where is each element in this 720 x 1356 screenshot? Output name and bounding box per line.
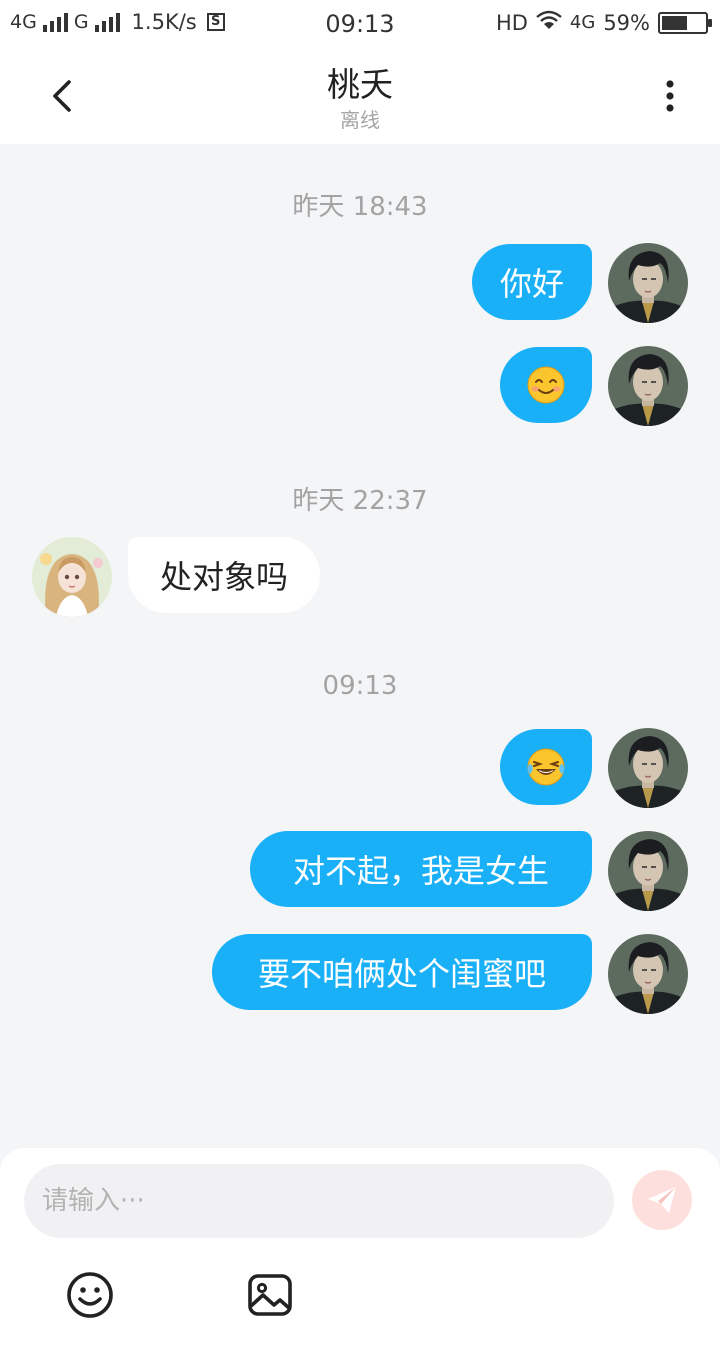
image-button[interactable] — [245, 1270, 295, 1320]
smile-emoji-icon — [527, 366, 565, 404]
message-bubble-outgoing[interactable] — [500, 729, 592, 805]
status-bar: 4G G 1.5K/s S 09:13 HD 4G 59% — [0, 0, 720, 48]
message-bubble-outgoing[interactable]: 你好 — [472, 244, 592, 320]
send-button[interactable] — [632, 1170, 692, 1230]
time-divider: 昨天 18:43 — [292, 192, 428, 222]
message-text: 要不咱俩处个闺蜜吧 — [257, 955, 546, 993]
input-panel — [0, 1148, 720, 1356]
hd-indicator: HD — [495, 10, 528, 35]
message-text: 处对象吗 — [159, 558, 288, 596]
image-icon — [248, 1274, 292, 1316]
time-divider: 09:13 — [322, 671, 398, 701]
message-input[interactable] — [24, 1164, 614, 1238]
emoji-button[interactable] — [65, 1270, 115, 1320]
time-divider: 昨天 22:37 — [292, 486, 428, 516]
more-options-button[interactable] — [646, 72, 694, 120]
contact-name: 桃夭 — [327, 65, 393, 104]
message-text: 对不起，我是女生 — [292, 852, 549, 890]
message-list[interactable]: 昨天 18:43 你好 昨天 22:37 处对象吗 09:13 对不起，我是女生… — [0, 144, 720, 1148]
battery-fill — [662, 15, 687, 30]
message-bubble-incoming[interactable]: 处对象吗 — [128, 537, 320, 613]
message-bubble-outgoing[interactable]: 对不起，我是女生 — [250, 831, 592, 907]
battery-icon — [658, 11, 712, 34]
avatar[interactable] — [608, 728, 688, 808]
avatar[interactable] — [608, 831, 688, 911]
chat-header: 桃夭 离线 — [0, 48, 720, 144]
contact-status: 离线 — [340, 108, 380, 132]
message-text: 你好 — [499, 265, 564, 303]
smiley-icon — [67, 1272, 113, 1318]
more-vertical-icon — [666, 80, 674, 112]
avatar[interactable] — [608, 346, 688, 426]
status-right: HD 4G 59% — [495, 10, 712, 35]
laugh-tears-emoji-icon — [527, 748, 565, 786]
avatar[interactable] — [608, 243, 688, 323]
message-bubble-outgoing[interactable] — [500, 347, 592, 423]
contact-avatar[interactable] — [32, 537, 112, 617]
network-type-3: 4G — [569, 12, 596, 33]
battery-percent: 59% — [603, 10, 650, 35]
avatar[interactable] — [608, 934, 688, 1014]
wifi-icon — [536, 10, 562, 35]
message-bubble-outgoing[interactable]: 要不咱俩处个闺蜜吧 — [212, 934, 592, 1010]
send-icon — [648, 1187, 676, 1213]
